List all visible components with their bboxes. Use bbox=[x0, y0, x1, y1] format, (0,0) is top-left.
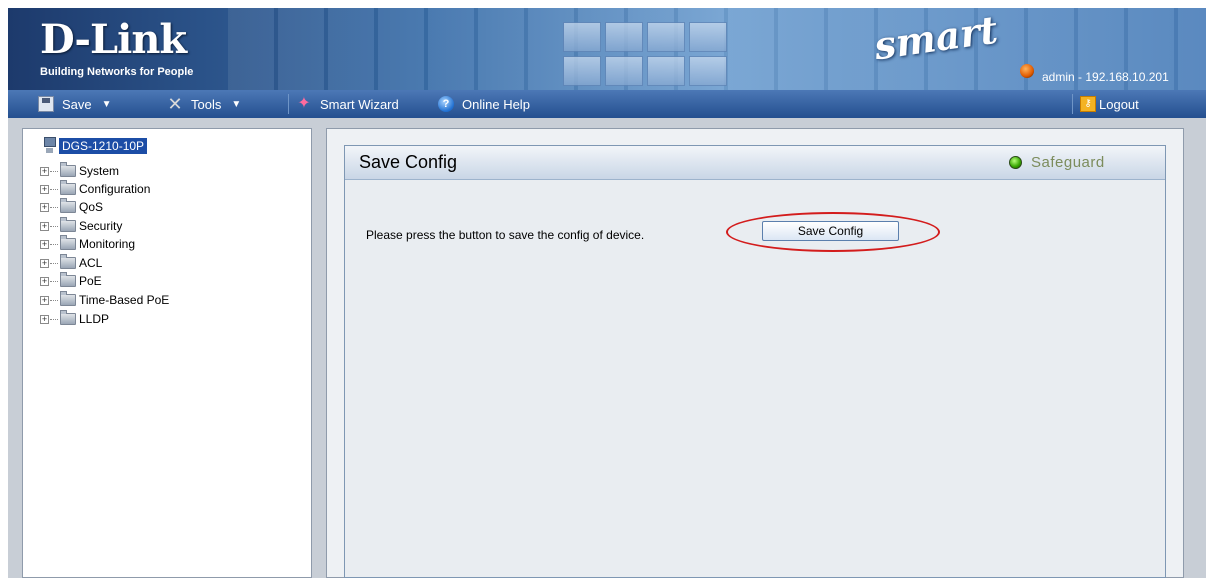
folder-icon bbox=[60, 254, 76, 269]
dlink-logo: D-Link bbox=[40, 16, 187, 63]
smart-wizard-button[interactable]: ✦ Smart Wizard bbox=[296, 94, 399, 114]
folder-icon bbox=[60, 217, 76, 232]
safeguard-label: Safeguard bbox=[1031, 154, 1105, 171]
expand-icon[interactable]: + bbox=[40, 184, 49, 194]
tree-item-label: System bbox=[79, 164, 120, 178]
chevron-down-icon: ▼ bbox=[231, 98, 242, 110]
wizard-wand-icon: ✦ bbox=[297, 95, 311, 112]
key-icon: ⚷ bbox=[1080, 96, 1096, 112]
tree-item-time-based-poe[interactable]: + Time-Based PoE bbox=[40, 291, 169, 309]
tools-icon: ✕ bbox=[167, 94, 183, 114]
folder-icon bbox=[60, 198, 76, 213]
folder-icon bbox=[60, 180, 76, 195]
tree-item-poe[interactable]: + PoE bbox=[40, 272, 102, 290]
tree-item-system[interactable]: + System bbox=[40, 162, 119, 180]
computer-icon bbox=[43, 137, 56, 155]
tree-item-label: Monitoring bbox=[79, 237, 136, 251]
save-prompt-text: Please press the button to save the conf… bbox=[366, 228, 645, 242]
online-help-label: Online Help bbox=[462, 96, 530, 112]
tree-item-label: Security bbox=[79, 219, 123, 233]
save-menu[interactable]: Save ▼ bbox=[38, 94, 112, 114]
header-banner: D-Link Building Networks for People smar… bbox=[8, 8, 1206, 90]
tree-item-label: PoE bbox=[79, 274, 102, 288]
save-menu-label: Save bbox=[62, 96, 92, 112]
tree-item-label: Time-Based PoE bbox=[79, 293, 170, 307]
tree-item-label: LLDP bbox=[79, 312, 110, 326]
logout-button[interactable]: ⚷ Logout bbox=[1080, 94, 1139, 114]
user-icon bbox=[1020, 64, 1034, 78]
smart-wizard-label: Smart Wizard bbox=[320, 96, 399, 112]
expand-icon[interactable]: + bbox=[40, 202, 49, 212]
help-icon: ? bbox=[438, 96, 454, 112]
toolbar-divider bbox=[288, 94, 289, 114]
tools-menu[interactable]: ✕ Tools ▼ bbox=[167, 94, 241, 114]
page-title: Save Config bbox=[359, 152, 458, 172]
folder-icon bbox=[60, 272, 76, 287]
folder-icon bbox=[60, 162, 76, 177]
tree-item-label: QoS bbox=[79, 200, 104, 214]
expand-icon[interactable]: + bbox=[40, 239, 49, 249]
tree-root-device[interactable]: DGS-1210-10P bbox=[43, 137, 148, 155]
tree-item-label: Configuration bbox=[79, 182, 151, 196]
safeguard-indicator[interactable]: Safeguard bbox=[1009, 154, 1105, 171]
folder-icon bbox=[60, 235, 76, 250]
tree-item-acl[interactable]: + ACL bbox=[40, 254, 102, 272]
folder-icon bbox=[60, 291, 76, 306]
toolbar-divider bbox=[1072, 94, 1073, 114]
floppy-disk-icon bbox=[38, 96, 54, 112]
expand-icon[interactable]: + bbox=[40, 276, 49, 286]
folder-icon bbox=[60, 310, 76, 325]
tree-item-qos[interactable]: + QoS bbox=[40, 198, 103, 216]
box-header: Save Config Safeguard bbox=[345, 146, 1165, 180]
save-config-button[interactable]: Save Config bbox=[762, 221, 899, 241]
expand-icon[interactable]: + bbox=[40, 314, 49, 324]
tree-item-monitoring[interactable]: + Monitoring bbox=[40, 235, 135, 253]
expand-icon[interactable]: + bbox=[40, 221, 49, 231]
expand-icon[interactable]: + bbox=[40, 166, 49, 176]
dlink-tagline: Building Networks for People bbox=[40, 66, 194, 78]
tree-item-label: ACL bbox=[79, 256, 103, 270]
main-toolbar: Save ▼ ✕ Tools ▼ ✦ Smart Wizard ? Online… bbox=[8, 90, 1206, 118]
expand-icon[interactable]: + bbox=[40, 295, 49, 305]
status-light-icon bbox=[1009, 156, 1022, 169]
tree-item-lldp[interactable]: + LLDP bbox=[40, 310, 109, 328]
tree-root-label: DGS-1210-10P bbox=[59, 138, 148, 154]
logout-label: Logout bbox=[1099, 96, 1139, 112]
expand-icon[interactable]: + bbox=[40, 258, 49, 268]
tree-item-security[interactable]: + Security bbox=[40, 217, 122, 235]
chevron-down-icon: ▼ bbox=[101, 98, 112, 110]
tools-menu-label: Tools bbox=[191, 96, 222, 112]
user-info: admin - 192.168.10.201 bbox=[1042, 70, 1169, 84]
save-config-box: Save Config Safeguard Please press the b… bbox=[344, 145, 1166, 578]
navigation-tree: DGS-1210-10P + System + Configuration + … bbox=[22, 128, 312, 578]
online-help-button[interactable]: ? Online Help bbox=[438, 94, 530, 114]
tree-item-configuration[interactable]: + Configuration bbox=[40, 180, 150, 198]
